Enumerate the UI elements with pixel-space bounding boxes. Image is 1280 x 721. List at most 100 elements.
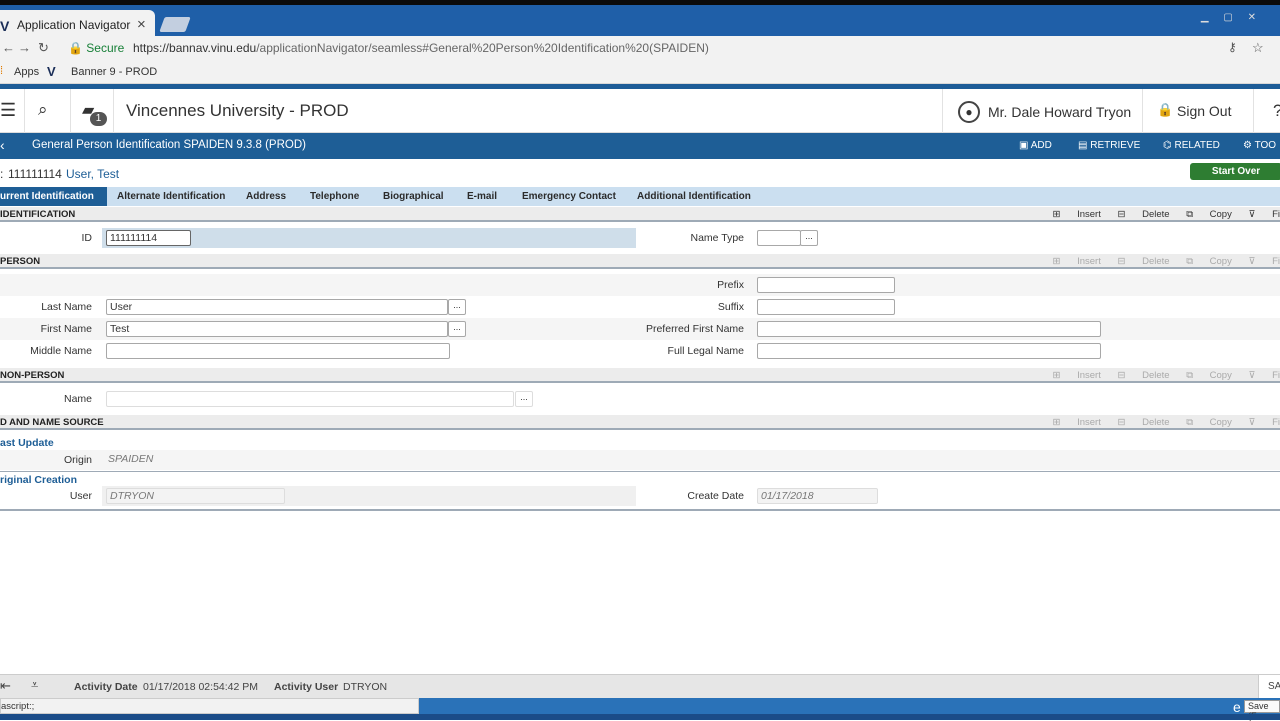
back-arrow-icon[interactable]: ←: [2, 40, 15, 55]
filter-button[interactable]: ⊽ Fi: [1248, 417, 1280, 428]
insert-button[interactable]: ⊞ Insert: [1052, 209, 1100, 220]
first-name-input[interactable]: Test: [106, 321, 448, 337]
key-icon[interactable]: ⚷: [1228, 40, 1237, 54]
suffix-label: Suffix: [717, 301, 744, 313]
activity-footer: ⇤ ⩡ Activity Date 01/17/2018 02:54:42 PM…: [0, 674, 1280, 700]
back-chevron-icon[interactable]: ‹: [0, 137, 5, 153]
url-field[interactable]: https://bannav.vinu.edu/applicationNavig…: [133, 41, 709, 55]
first-name-lookup-button[interactable]: ...: [448, 321, 466, 337]
origin-label: Origin: [63, 454, 92, 466]
identification-section-header: IDENTIFICATION ⊞ Insert ⊟ Delete ⧉ Copy …: [0, 207, 1280, 222]
name-type-input[interactable]: [757, 230, 801, 246]
bookmark-banner[interactable]: Banner 9 - PROD: [71, 66, 157, 78]
tab-emergency-contact[interactable]: Emergency Contact: [512, 187, 626, 206]
bookmark-star-icon[interactable]: ☆: [1252, 40, 1264, 56]
copy-button[interactable]: ⧉ Copy: [1186, 417, 1232, 428]
insert-button[interactable]: ⊞ Insert: [1052, 417, 1100, 428]
delete-button[interactable]: ⊟ Delete: [1118, 209, 1170, 220]
tools-button[interactable]: ⚙ TOO: [1243, 140, 1276, 151]
page-header: ‹ General Person Identification SPAIDEN …: [0, 133, 1280, 159]
prefix-input[interactable]: [757, 277, 895, 293]
middle-name-input[interactable]: [106, 343, 450, 359]
last-name-input[interactable]: User: [106, 299, 448, 315]
vu-bookmark-icon: V: [47, 64, 56, 79]
activity-user-label: Activity User: [274, 681, 339, 693]
activity-date-label: Activity Date: [74, 681, 138, 693]
related-button[interactable]: ⌬ RELATED: [1163, 140, 1220, 151]
save-button[interactable]: SA: [1258, 675, 1280, 699]
last-name-lookup-button[interactable]: ...: [448, 299, 466, 315]
copy-button[interactable]: ⧉ Copy: [1186, 370, 1232, 381]
app-header: ☰ ⌕ ▰ 1 Vincennes University - PROD ● Mr…: [0, 89, 1280, 133]
apps-grid-icon: ⁞: [0, 65, 4, 77]
middle-name-label: Middle Name: [30, 345, 92, 357]
original-creation-heading: riginal Creation: [0, 474, 78, 486]
delete-button[interactable]: ⊟ Delete: [1118, 256, 1170, 267]
tab-alternate-identification[interactable]: Alternate Identification: [107, 187, 235, 206]
prefix-label: Prefix: [717, 279, 744, 291]
menu-icon[interactable]: ☰: [0, 100, 16, 121]
tab-address[interactable]: Address: [236, 187, 296, 206]
key-name: User, Test: [66, 167, 120, 181]
secure-indicator[interactable]: 🔒 Secure: [68, 41, 124, 55]
first-record-icon[interactable]: ⇤: [0, 678, 11, 694]
user-avatar-icon[interactable]: ●: [958, 101, 980, 123]
sitemap-icon: ⌬: [1163, 140, 1172, 151]
filter-button[interactable]: ⊽ Fi: [1248, 370, 1280, 381]
search-icon[interactable]: ⌕: [38, 100, 48, 120]
user-name[interactable]: Mr. Dale Howard Tryon: [988, 104, 1131, 120]
name-type-lookup-button[interactable]: ...: [800, 230, 818, 246]
delete-button[interactable]: ⊟ Delete: [1118, 370, 1170, 381]
tab-biographical[interactable]: Biographical: [373, 187, 454, 206]
tab-current-identification[interactable]: urrent Identification: [0, 187, 107, 206]
filter-button[interactable]: ⊽ Fi: [1248, 256, 1280, 267]
bookmark-apps[interactable]: Apps: [14, 66, 39, 78]
new-tab-button[interactable]: [159, 17, 191, 32]
bookmarks-bar: ⁞ Apps V Banner 9 - PROD: [0, 61, 1280, 84]
section-tabs: urrent Identification Alternate Identifi…: [0, 187, 1280, 206]
preferred-first-name-label: Preferred First Name: [645, 323, 744, 335]
full-legal-name-input[interactable]: [757, 343, 1101, 359]
delete-button[interactable]: ⊟ Delete: [1118, 417, 1170, 428]
tab-telephone[interactable]: Telephone: [300, 187, 369, 206]
user-label: User: [69, 490, 92, 502]
create-date-value: 01/17/2018: [757, 488, 878, 504]
close-tab-icon[interactable]: ×: [137, 16, 146, 33]
name-source-section-header: D AND NAME SOURCE ⊞ Insert ⊟ Delete ⧉ Co…: [0, 415, 1280, 430]
origin-value: SPAIDEN: [108, 453, 154, 465]
user-value: DTRYON: [106, 488, 285, 504]
suffix-input[interactable]: [757, 299, 895, 315]
activity-user-value: DTRYON: [343, 681, 388, 693]
id-row: ID 111111114 Name Type ...: [0, 228, 1280, 248]
copy-button[interactable]: ⧉ Copy: [1186, 209, 1232, 220]
tab-email[interactable]: E-mail: [457, 187, 507, 206]
window-controls[interactable]: ▁ ▢ ✕: [1201, 12, 1262, 23]
filter-button[interactable]: ⊽ Fi: [1248, 209, 1280, 220]
non-person-name-lookup-button[interactable]: ...: [515, 391, 533, 407]
insert-button[interactable]: ⊞ Insert: [1052, 370, 1100, 381]
start-over-button[interactable]: Start Over: [1190, 163, 1280, 180]
forward-arrow-icon[interactable]: →: [18, 40, 31, 55]
reload-icon[interactable]: ↻: [38, 40, 49, 56]
non-person-name-input[interactable]: [106, 391, 514, 407]
browser-tab-title: Application Navigator: [17, 18, 131, 32]
status-text: ascript:;: [0, 698, 419, 714]
activity-date-value: 01/17/2018 02:54:42 PM: [143, 681, 259, 693]
insert-button[interactable]: ⊞ Insert: [1052, 256, 1100, 267]
chevron-down-icon[interactable]: ⩡: [31, 677, 38, 693]
preferred-first-name-input[interactable]: [757, 321, 1101, 337]
section-actions: ⊞ Insert ⊟ Delete ⧉ Copy ⊽ Fi: [1038, 256, 1280, 267]
address-bar: ← → ↻ 🔒 Secure https://bannav.vinu.edu/a…: [0, 36, 1280, 61]
key-id: 111111114: [8, 167, 62, 181]
id-input[interactable]: 111111114: [106, 230, 191, 246]
os-taskbar: [0, 714, 1280, 720]
add-button[interactable]: ▣ ADD: [1019, 140, 1052, 151]
tab-additional-identification[interactable]: Additional Identification: [627, 187, 761, 206]
help-icon[interactable]: ?: [1273, 101, 1280, 121]
retrieve-button[interactable]: ▤ RETRIEVE: [1078, 140, 1140, 151]
last-name-label: Last Name: [41, 301, 92, 313]
gear-icon: ⚙: [1243, 140, 1252, 151]
sign-out-link[interactable]: Sign Out: [1177, 103, 1231, 119]
copy-button[interactable]: ⧉ Copy: [1186, 256, 1232, 267]
retrieve-document-icon: ▤: [1078, 140, 1088, 151]
